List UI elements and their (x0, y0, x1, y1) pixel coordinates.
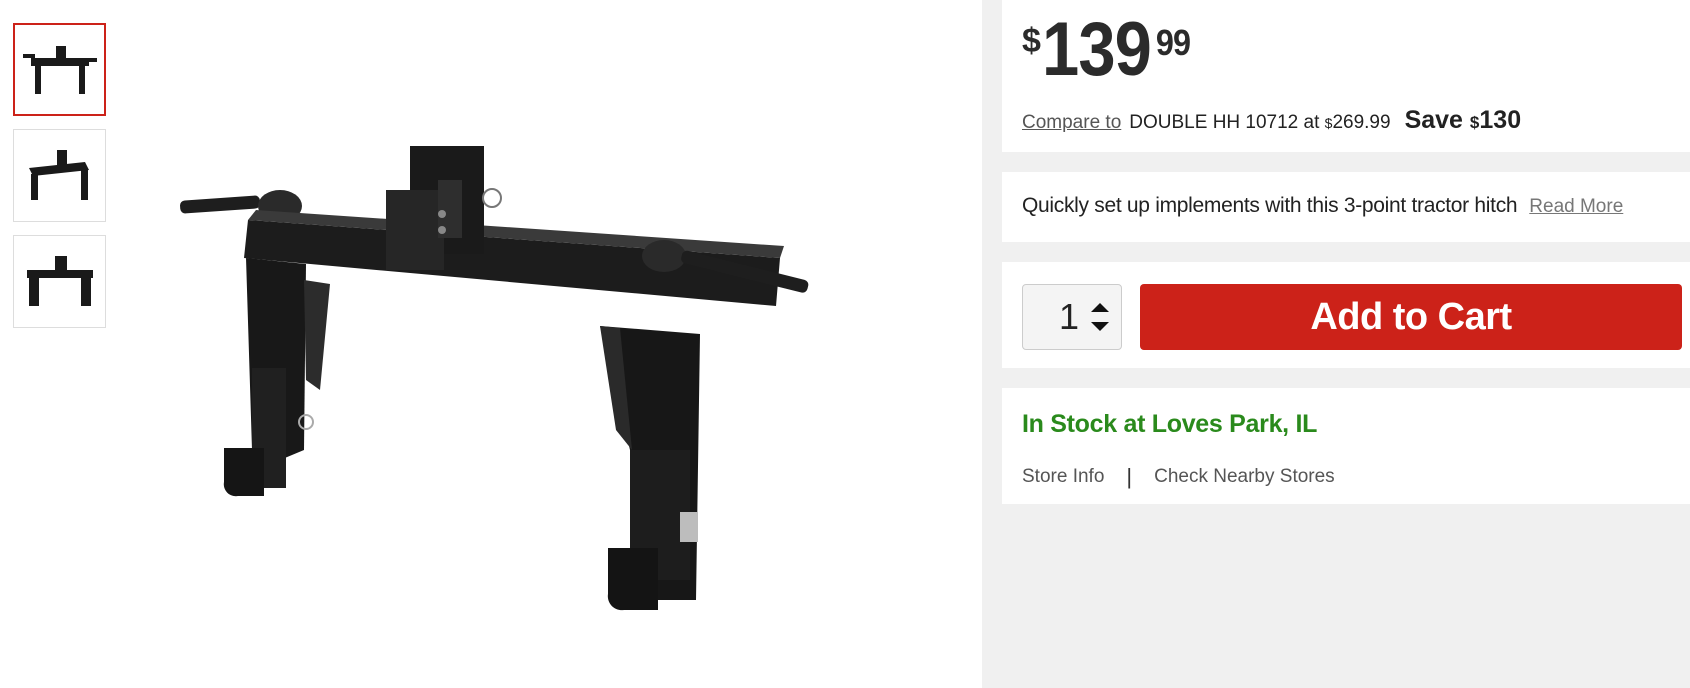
check-nearby-stores-link[interactable]: Check Nearby Stores (1154, 466, 1335, 488)
compare-amount: 269.99 (1332, 112, 1391, 133)
store-links: Store Info | Check Nearby Stores (1022, 464, 1335, 490)
quantity-stepper (1022, 284, 1122, 350)
product-main-image[interactable] (180, 130, 880, 670)
hitch-thumbnail-icon (28, 149, 89, 200)
purchase-panel: $ 139 99 Compare to DOUBLE HH 10712 at $… (982, 0, 1690, 688)
product-gallery (0, 0, 982, 688)
price-currency: $ (1022, 22, 1041, 60)
price-cents: 99 (1155, 22, 1191, 63)
thumbnail-2[interactable] (13, 129, 106, 222)
product-description: Quickly set up implements with this 3-po… (1022, 194, 1518, 217)
compare-price-text: DOUBLE HH 10712 at $269.99 (1129, 112, 1390, 134)
stock-status: In Stock at Loves Park, IL (1022, 410, 1318, 438)
quantity-input[interactable] (1023, 296, 1085, 338)
increment-arrow-icon[interactable] (1091, 303, 1109, 312)
price-dollars: 139 (1041, 7, 1152, 92)
store-info-link[interactable]: Store Info (1022, 466, 1104, 488)
add-to-cart-button[interactable]: Add to Cart (1140, 284, 1682, 350)
hitch-thumbnail-icon (22, 45, 97, 94)
thumbnail-3[interactable] (13, 235, 106, 328)
description-row: Quickly set up implements with this 3-po… (1022, 194, 1623, 218)
compare-row: Compare to DOUBLE HH 10712 at $269.99 Sa… (1022, 106, 1521, 135)
thumbnail-list (13, 23, 107, 341)
hitch-thumbnail-icon (26, 255, 93, 306)
thumbnail-1[interactable] (13, 23, 106, 116)
product-price: $ 139 99 (1022, 12, 1192, 88)
description-card: Quickly set up implements with this 3-po… (1002, 172, 1690, 242)
stock-card: In Stock at Loves Park, IL Store Info | … (1002, 388, 1690, 504)
cart-card: Add to Cart (1002, 262, 1690, 368)
save-value: 130 (1479, 106, 1522, 134)
decrement-arrow-icon[interactable] (1091, 322, 1109, 331)
read-more-link[interactable]: Read More (1529, 196, 1623, 218)
link-separator: | (1126, 464, 1133, 489)
save-amount: Save $130 (1405, 106, 1522, 135)
quantity-arrows (1091, 303, 1109, 331)
hitch-frame-icon (180, 146, 809, 611)
price-card: $ 139 99 Compare to DOUBLE HH 10712 at $… (1002, 0, 1690, 152)
save-currency: $ (1469, 113, 1480, 132)
save-label: Save (1404, 106, 1470, 134)
compare-to-link[interactable]: Compare to (1022, 112, 1121, 134)
compare-prefix: DOUBLE HH 10712 at (1129, 112, 1325, 133)
